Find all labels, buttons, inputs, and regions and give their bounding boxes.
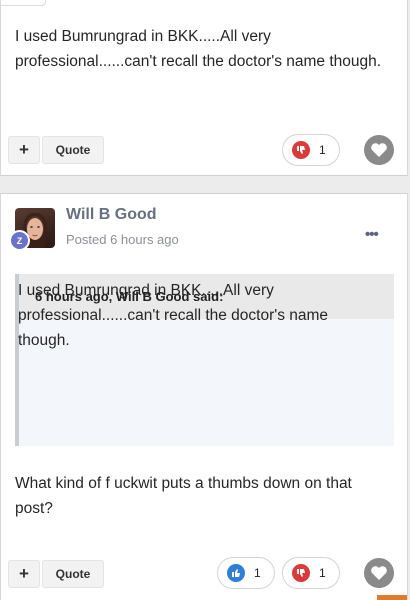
more-options-icon[interactable]: ••• [365, 226, 379, 243]
thumbs-down-icon [292, 564, 310, 582]
reaction-dislike[interactable]: 1 [282, 134, 340, 166]
post-body: I used Bumrungrad in BKK.....All very pr… [15, 28, 382, 70]
quote-text: I used Bumrungrad in BKK.....All very pr… [18, 282, 329, 349]
post-card: I used Bumrungrad in BKK.....All very pr… [0, 0, 408, 176]
reaction-count: 1 [254, 566, 261, 580]
reaction-count: 1 [319, 143, 326, 157]
post-top-edge [1, 0, 46, 6]
add-to-multiquote-button[interactable]: + [8, 136, 40, 164]
heart-icon[interactable] [364, 135, 394, 165]
reaction-count: 1 [319, 566, 326, 580]
post-body: What kind of f uckwit puts a thumbs down… [15, 475, 352, 517]
quote-button[interactable]: Quote [42, 136, 104, 164]
author-name[interactable]: Will B Good [66, 206, 157, 224]
reaction-like[interactable]: 1 [217, 557, 275, 589]
add-to-multiquote-button[interactable]: + [8, 560, 40, 588]
quote-button[interactable]: Quote [42, 560, 104, 588]
reaction-dislike[interactable]: 1 [282, 557, 340, 589]
heart-icon[interactable] [364, 558, 394, 588]
rank-badge: Z [9, 230, 30, 251]
thumbs-down-icon [292, 141, 310, 159]
post-timestamp: Posted 6 hours ago [66, 232, 179, 247]
scroll-to-top-edge [377, 595, 407, 600]
post-card: Z Will B Good Posted 6 hours ago ••• 6 h… [0, 193, 408, 600]
thumbs-up-icon [227, 564, 245, 582]
